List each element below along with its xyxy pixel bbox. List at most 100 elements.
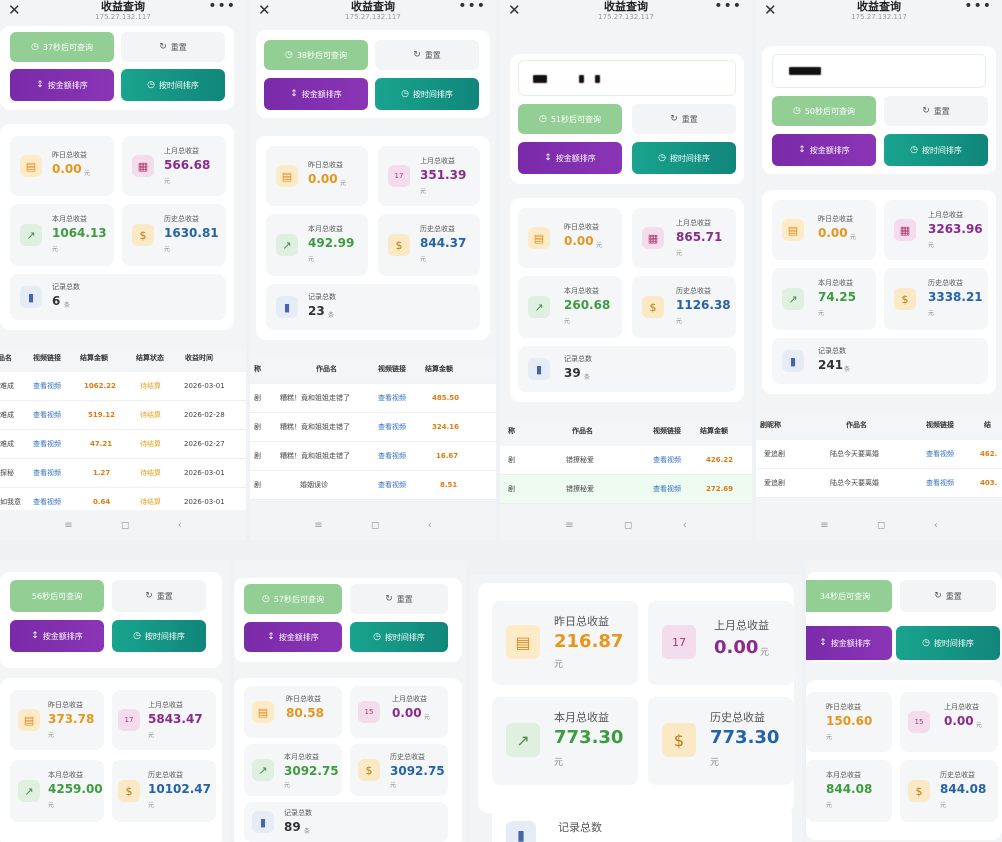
bar-chart-icon: ▮ (528, 358, 550, 380)
sort-time-button[interactable]: ◷ 按时间排序 (632, 142, 736, 174)
menu-nav-icon[interactable]: ≡ (565, 520, 573, 531)
table-row[interactable]: 难成 查看视频 47.21 待结算 2026-02-27 (0, 430, 246, 459)
sort-time-button[interactable]: ◷ 按时间排序 (121, 69, 225, 101)
back-nav-icon[interactable]: ‹ (178, 520, 182, 531)
query-card: ◷ 51秒后可查询 ↻ 重置 ↕ 按金额排序 ◷ 按时间排序 (510, 54, 744, 184)
close-icon[interactable]: ✕ (8, 1, 21, 19)
table-row[interactable]: 爱追剧 陆总今天要离婚 查看视频 403. (756, 469, 1002, 498)
earnings-table: 称 作品名 视频链接 结算金额 剧 错撩秘爱 查看视频 426.22 剧 错撩秘… (500, 420, 752, 510)
reset-button[interactable]: ↻ 重置 (121, 32, 225, 62)
money-bag-icon: $ (358, 759, 380, 781)
sort-amount-button[interactable]: ↕ 按金额排序 (10, 69, 114, 101)
stat-last-month: 17 上月总收益 0.00 元 (648, 601, 794, 685)
close-icon[interactable]: ✕ (764, 1, 777, 19)
table-row[interactable]: 难成 查看视频 1062.22 待结算 2026-03-01 (0, 372, 246, 401)
stat-this-month: ↗ 本月总收益 492.99 元 (266, 214, 368, 276)
wait-query-button[interactable]: ◷ 57秒后可查询 (244, 584, 342, 614)
table-row[interactable]: 剧 错撩秘爱 查看视频 272.69 (500, 475, 752, 504)
clock-icon: ◷ (922, 638, 930, 648)
sort-icon: ↕ (544, 153, 552, 163)
stat-records: ▮ 记录总数 6 条 (10, 274, 226, 320)
bar-chart-icon: ▮ (506, 821, 536, 842)
sort-time-button[interactable]: ◷ 按时间排序 (884, 134, 988, 166)
back-nav-icon[interactable]: ‹ (934, 520, 938, 531)
sort-time-button[interactable]: ◷ 按时间排序 (896, 626, 1000, 660)
stat-yesterday: ▤ 昨日总收益 0.00 元 (266, 146, 368, 206)
redacted-account-input[interactable] (772, 54, 986, 88)
bar-chart-icon: ▮ (20, 286, 42, 308)
clock-icon: ◷ (30, 42, 39, 52)
sort-icon: ↕ (31, 631, 39, 641)
stat-last-month: ▦ 上月总收益 865.71 元 (632, 208, 736, 268)
sunset-icon: ▤ (276, 165, 298, 187)
clock-icon: ◷ (538, 114, 547, 124)
reset-button[interactable]: ↻ 重置 (900, 580, 996, 612)
sort-amount-button[interactable]: ↕ 按金额排序 (806, 626, 892, 660)
server-ip: 175.27.132.117 (95, 13, 151, 21)
stat-yesterday: ▤ 昨日总收益 216.87 元 (492, 601, 638, 685)
reset-button[interactable]: ↻ 重置 (375, 40, 479, 70)
reset-button[interactable]: ↻ 重置 (884, 96, 988, 126)
sort-amount-button[interactable]: ↕ 按金额排序 (772, 134, 876, 166)
reset-button[interactable]: ↻ 重置 (112, 580, 206, 612)
stats-card: ▤ 昨日总收益 0.00 元 ▦ 上月总收益 566.68 元 ↗ 本月总收益 … (0, 124, 234, 330)
reset-button[interactable]: ↻ 重置 (632, 104, 736, 134)
system-navbar: ≡ ◻ ‹ (0, 510, 246, 540)
back-nav-icon[interactable]: ‹ (683, 520, 687, 531)
app-header: ✕ 收益查询 175.27.132.117 ••• (0, 0, 246, 26)
wait-query-button[interactable]: ◷ 50秒后可查询 (772, 96, 876, 126)
more-icon[interactable]: ••• (714, 0, 742, 14)
money-bag-icon: $ (118, 780, 140, 802)
money-bag-icon: $ (908, 780, 930, 802)
more-icon[interactable]: ••• (208, 0, 236, 14)
home-nav-icon[interactable]: ◻ (121, 520, 129, 531)
close-icon[interactable]: ✕ (258, 1, 271, 19)
more-icon[interactable]: ••• (964, 0, 992, 14)
menu-nav-icon[interactable]: ≡ (64, 520, 72, 531)
table-row[interactable]: 难成 查看视频 519.12 待结算 2026-02-28 (0, 401, 246, 430)
line-chart-icon: ↗ (276, 234, 298, 256)
screen-6: ◷ 57秒后可查询 ↻ 重置 ↕ 按金额排序 ◷ 按时间排序 ▤ 昨日总收益 80.58… (234, 560, 466, 842)
stat-history: $ 历史总收益 844.37 元 (378, 214, 480, 276)
back-nav-icon[interactable]: ‹ (428, 520, 432, 531)
sort-amount-button[interactable]: ↕ 按金额排序 (264, 78, 368, 110)
sort-amount-button[interactable]: ↕ 按金额排序 (10, 620, 104, 652)
table-row[interactable]: 爱追剧 陆总今天要离婚 查看视频 462. (756, 440, 1002, 469)
table-row[interactable]: 探秘 查看视频 1.27 待结算 2026-03-01 (0, 459, 246, 488)
sort-time-button[interactable]: ◷ 按时间排序 (350, 622, 448, 652)
server-ip: 175.27.132.117 (345, 13, 401, 21)
wait-query-button[interactable]: 56秒后可查询 (10, 580, 104, 612)
query-card: ◷ 57秒后可查询 ↻ 重置 ↕ 按金额排序 ◷ 按时间排序 (234, 578, 462, 662)
sort-time-button[interactable]: ◷ 按时间排序 (375, 78, 479, 110)
wait-query-button[interactable]: ◷ 38秒后可查询 (264, 40, 368, 70)
calendar-icon: 15 (908, 711, 930, 733)
table-row[interactable]: 剧 糟糕！竟和姐姐走错了 查看视频 324.16 (250, 413, 496, 442)
table-row[interactable]: 剧 糟糕！竟和姐姐走错了 查看视频 485.50 (250, 384, 496, 413)
redaction-mark (533, 75, 547, 83)
home-nav-icon[interactable]: ◻ (877, 520, 885, 531)
sort-time-button[interactable]: ◷ 按时间排序 (112, 620, 206, 652)
sort-amount-button[interactable]: ↕ 按金额排序 (244, 622, 342, 652)
line-chart-icon: ↗ (528, 296, 550, 318)
home-nav-icon[interactable]: ◻ (624, 520, 632, 531)
table-row[interactable]: 剧 婚姻误诊 查看视频 8.51 (250, 471, 496, 500)
table-row[interactable]: 剧 错撩秘爱 查看视频 426.22 (500, 446, 752, 475)
line-chart-icon: ↗ (20, 224, 42, 246)
wait-query-button[interactable]: 34秒后可查询 (806, 580, 892, 612)
table-row[interactable]: 剧 糟糕！竟和姐姐走错了 查看视频 16.67 (250, 442, 496, 471)
menu-nav-icon[interactable]: ≡ (314, 520, 322, 531)
sort-icon: ↕ (36, 80, 44, 90)
clock-icon: ◷ (133, 631, 141, 641)
wait-query-button[interactable]: ◷ 37秒后可查询 (10, 32, 114, 62)
stat-yesterday: ▤ 昨日总收益 0.00 元 (10, 136, 114, 196)
home-nav-icon[interactable]: ◻ (371, 520, 379, 531)
stats-card: ▤ 昨日总收益 0.00 元 ▦ 上月总收益 865.71 元 ↗ 本月总收益 … (510, 198, 744, 402)
wait-query-button[interactable]: ◷ 51秒后可查询 (518, 104, 622, 134)
more-icon[interactable]: ••• (458, 0, 486, 14)
sunset-icon: ▤ (20, 155, 42, 177)
reset-button[interactable]: ↻ 重置 (350, 584, 448, 614)
menu-nav-icon[interactable]: ≡ (820, 520, 828, 531)
close-icon[interactable]: ✕ (508, 1, 521, 19)
redacted-account-input[interactable] (518, 60, 736, 96)
sort-amount-button[interactable]: ↕ 按金额排序 (518, 142, 622, 174)
